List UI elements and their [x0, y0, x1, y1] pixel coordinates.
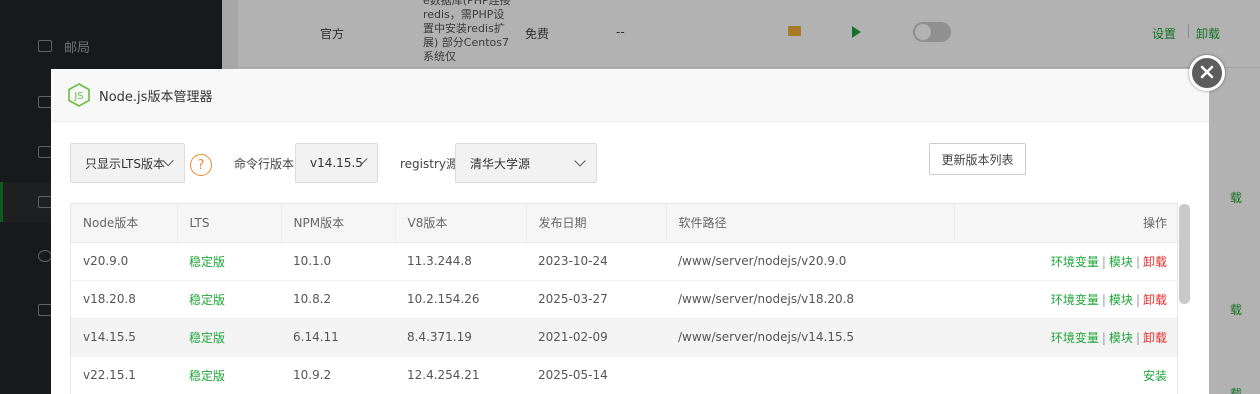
table-row: v18.20.8 稳定版 10.8.2 10.2.154.26 2025-03-… — [71, 280, 1177, 319]
lts-cell: 稳定版 — [177, 318, 281, 357]
operations-cell: 环境变量 | 模块 | 卸载 — [954, 318, 1177, 357]
npm-version-cell: 6.14.11 — [281, 318, 395, 357]
v8-version-cell: 8.4.371.19 — [395, 318, 526, 357]
node-version-cell: v14.15.5 — [71, 318, 177, 357]
modules-link[interactable]: 模块 — [1109, 293, 1133, 307]
env-vars-link[interactable]: 环境变量 — [1051, 255, 1099, 269]
column-header: 发布日期 — [526, 204, 667, 243]
column-header: NPM版本 — [281, 204, 396, 243]
svg-text:JS: JS — [73, 91, 83, 102]
table-row: v20.9.0 稳定版 10.1.0 11.3.244.8 2023-10-24… — [71, 242, 1177, 281]
cli-version-select[interactable]: v14.15.5 — [295, 143, 378, 183]
operations-cell: 环境变量 | 模块 | 卸载 — [954, 242, 1177, 281]
table-row: v22.15.1 稳定版 10.9.2 12.4.254.21 2025-05-… — [71, 356, 1177, 394]
column-header: 软件路径 — [666, 204, 955, 243]
uninstall-link[interactable]: 卸载 — [1143, 255, 1167, 269]
column-header: 操作 — [954, 204, 1177, 243]
v8-version-cell: 11.3.244.8 — [395, 242, 526, 281]
separator: | — [1135, 330, 1140, 345]
release-date-cell: 2021-02-09 — [526, 318, 666, 357]
column-header: LTS — [177, 204, 282, 243]
install-path-cell: /www/server/nodejs/v18.20.8 — [666, 280, 954, 319]
v8-version-cell: 10.2.154.26 — [395, 280, 526, 319]
table-row: v14.15.5 稳定版 6.14.11 8.4.371.19 2021-02-… — [71, 318, 1177, 357]
npm-version-cell: 10.9.2 — [281, 356, 395, 394]
lts-cell: 稳定版 — [177, 280, 281, 319]
update-version-list-button[interactable]: 更新版本列表 — [929, 143, 1026, 175]
cli-version-value: v14.15.5 — [310, 156, 363, 170]
uninstall-link[interactable]: 卸载 — [1143, 331, 1167, 345]
env-vars-link[interactable]: 环境变量 — [1051, 331, 1099, 345]
npm-version-cell: 10.1.0 — [281, 242, 395, 281]
column-header: V8版本 — [395, 204, 527, 243]
node-version-cell: v20.9.0 — [71, 242, 177, 281]
registry-label: registry源 — [400, 157, 458, 171]
install-link[interactable]: 安装 — [1143, 369, 1167, 383]
release-date-cell: 2025-05-14 — [526, 356, 666, 394]
release-date-cell: 2025-03-27 — [526, 280, 666, 319]
table-scrollbar[interactable] — [1179, 204, 1190, 304]
install-path-cell: /www/server/nodejs/v20.9.0 — [666, 242, 954, 281]
lts-cell: 稳定版 — [177, 356, 281, 394]
v8-version-cell: 12.4.254.21 — [395, 356, 526, 394]
env-vars-link[interactable]: 环境变量 — [1051, 293, 1099, 307]
column-header: Node版本 — [71, 204, 178, 243]
chevron-down-icon — [574, 155, 586, 167]
registry-value: 清华大学源 — [470, 156, 531, 171]
separator: | — [1101, 292, 1106, 307]
node-version-cell: v22.15.1 — [71, 356, 177, 394]
dialog-header: JS Node.js版本管理器 — [51, 69, 1209, 122]
nodejs-manager-dialog: JS Node.js版本管理器 只显示LTS版本 ? 命令行版本 v14.15.… — [51, 69, 1209, 394]
separator: | — [1135, 254, 1140, 269]
dialog-title: Node.js版本管理器 — [99, 89, 213, 105]
table-header-row: Node版本 LTS NPM版本 V8版本 发布日期 软件路径 操作 — [71, 204, 1177, 243]
install-path-cell — [666, 356, 954, 394]
close-icon — [1200, 65, 1214, 82]
registry-select[interactable]: 清华大学源 — [455, 143, 597, 183]
uninstall-link[interactable]: 卸载 — [1143, 293, 1167, 307]
node-version-cell: v18.20.8 — [71, 280, 177, 319]
help-icon[interactable]: ? — [190, 154, 212, 176]
npm-version-cell: 10.8.2 — [281, 280, 395, 319]
release-date-cell: 2023-10-24 — [526, 242, 666, 281]
operations-cell: 环境变量 | 模块 | 卸载 — [954, 280, 1177, 319]
modules-link[interactable]: 模块 — [1109, 331, 1133, 345]
dialog-toolbar: 只显示LTS版本 ? 命令行版本 v14.15.5 registry源 清华大学… — [51, 122, 1209, 202]
lts-filter-value: 只显示LTS版本 — [85, 156, 165, 171]
version-table: Node版本 LTS NPM版本 V8版本 发布日期 软件路径 操作 v20.9… — [70, 203, 1178, 394]
close-dialog-button[interactable] — [1189, 55, 1225, 91]
operations-cell: 安装 — [954, 356, 1177, 394]
nodejs-icon: JS — [68, 83, 90, 107]
separator: | — [1135, 292, 1140, 307]
separator: | — [1101, 330, 1106, 345]
install-path-cell: /www/server/nodejs/v14.15.5 — [666, 318, 954, 357]
lts-filter-select[interactable]: 只显示LTS版本 — [70, 143, 185, 183]
cli-version-label: 命令行版本 — [234, 157, 295, 171]
modules-link[interactable]: 模块 — [1109, 255, 1133, 269]
lts-cell: 稳定版 — [177, 242, 281, 281]
separator: | — [1101, 254, 1106, 269]
